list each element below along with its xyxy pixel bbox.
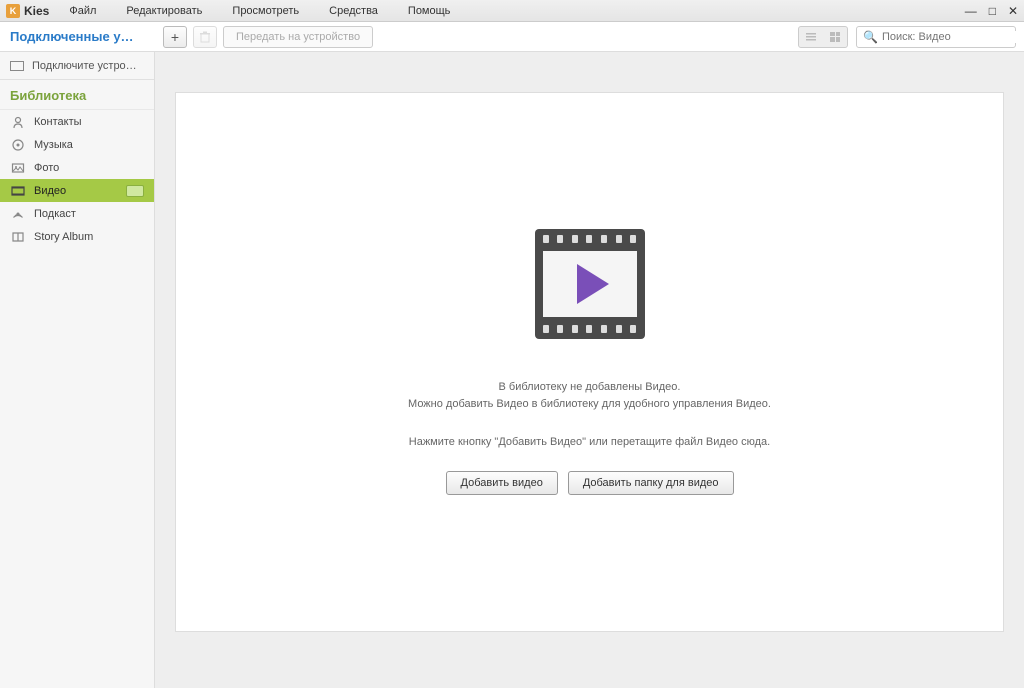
video-icon [10, 183, 26, 199]
sidebar-item-label: Фото [34, 162, 59, 174]
close-icon[interactable]: ✕ [1008, 4, 1018, 18]
device-icon [10, 61, 24, 71]
view-toggle[interactable] [798, 26, 848, 48]
sidebar-item-podcast[interactable]: Подкаст [0, 202, 154, 225]
sidebar-section-library: Библиотека [0, 80, 154, 110]
transfer-button[interactable]: Передать на устройство [223, 26, 373, 48]
empty-actions: Добавить видео Добавить папку для видео [446, 471, 734, 495]
contacts-icon [10, 114, 26, 130]
sidebar-item-badge [126, 185, 144, 197]
menu-edit[interactable]: Редактировать [126, 5, 202, 17]
sidebar-connect-device[interactable]: Подключите устро… [0, 52, 154, 80]
connected-devices-label[interactable]: Подключенные у… [0, 29, 155, 44]
search-box[interactable]: 🔍 [856, 26, 1016, 48]
toolbar-right: 🔍 [798, 26, 1016, 48]
play-icon [577, 264, 609, 304]
sidebar-connect-label: Подключите устро… [32, 60, 137, 72]
empty-line2: Можно добавить Видео в библиотеку для уд… [408, 396, 771, 414]
menu-view[interactable]: Просмотреть [232, 5, 299, 17]
add-button[interactable]: + [163, 26, 187, 48]
sidebar-item-story-album[interactable]: Story Album [0, 225, 154, 248]
sidebar-item-video[interactable]: Видео [0, 179, 154, 202]
empty-line3: Нажмите кнопку "Добавить Видео" или пере… [408, 434, 771, 452]
music-icon [10, 137, 26, 153]
add-video-button[interactable]: Добавить видео [446, 471, 558, 495]
delete-button[interactable] [193, 26, 217, 48]
titlebar: K Kies Файл Редактировать Просмотреть Ср… [0, 0, 1024, 22]
sidebar: Подключите устро… Библиотека Контакты Му… [0, 52, 155, 688]
body: Подключите устро… Библиотека Контакты Му… [0, 52, 1024, 688]
toolbar: + Передать на устройство 🔍 [155, 26, 1024, 48]
header-row: Подключенные у… + Передать на устройство… [0, 22, 1024, 52]
menu-tools[interactable]: Средства [329, 5, 378, 17]
view-list-icon[interactable] [799, 27, 823, 47]
minimize-icon[interactable]: — [965, 4, 977, 18]
sidebar-item-label: Подкаст [34, 208, 76, 220]
main-area: В библиотеку не добавлены Видео. Можно д… [155, 52, 1024, 688]
sidebar-item-label: Story Album [34, 231, 93, 243]
add-folder-button[interactable]: Добавить папку для видео [568, 471, 734, 495]
search-icon: 🔍 [863, 30, 878, 44]
sidebar-item-label: Музыка [34, 139, 73, 151]
sidebar-item-music[interactable]: Музыка [0, 133, 154, 156]
empty-state-card: В библиотеку не добавлены Видео. Можно д… [175, 92, 1004, 632]
empty-state-text: В библиотеку не добавлены Видео. Можно д… [408, 379, 771, 452]
window-controls: — □ ✕ [965, 4, 1018, 18]
sidebar-item-contacts[interactable]: Контакты [0, 110, 154, 133]
sidebar-item-label: Видео [34, 185, 66, 197]
search-input[interactable] [882, 31, 1024, 43]
app-logo-icon: K [6, 4, 20, 18]
sidebar-item-label: Контакты [34, 116, 82, 128]
trash-icon [199, 31, 211, 43]
menu-file[interactable]: Файл [69, 5, 96, 17]
empty-line1: В библиотеку не добавлены Видео. [408, 379, 771, 397]
photo-icon [10, 160, 26, 176]
book-icon [10, 229, 26, 245]
menu-help[interactable]: Помощь [408, 5, 451, 17]
maximize-icon[interactable]: □ [989, 4, 996, 18]
menu-bar: Файл Редактировать Просмотреть Средства … [69, 5, 450, 17]
view-grid-icon[interactable] [823, 27, 847, 47]
sidebar-item-photo[interactable]: Фото [0, 156, 154, 179]
video-large-icon [535, 229, 645, 339]
podcast-icon [10, 206, 26, 222]
app-title: Kies [24, 4, 49, 18]
